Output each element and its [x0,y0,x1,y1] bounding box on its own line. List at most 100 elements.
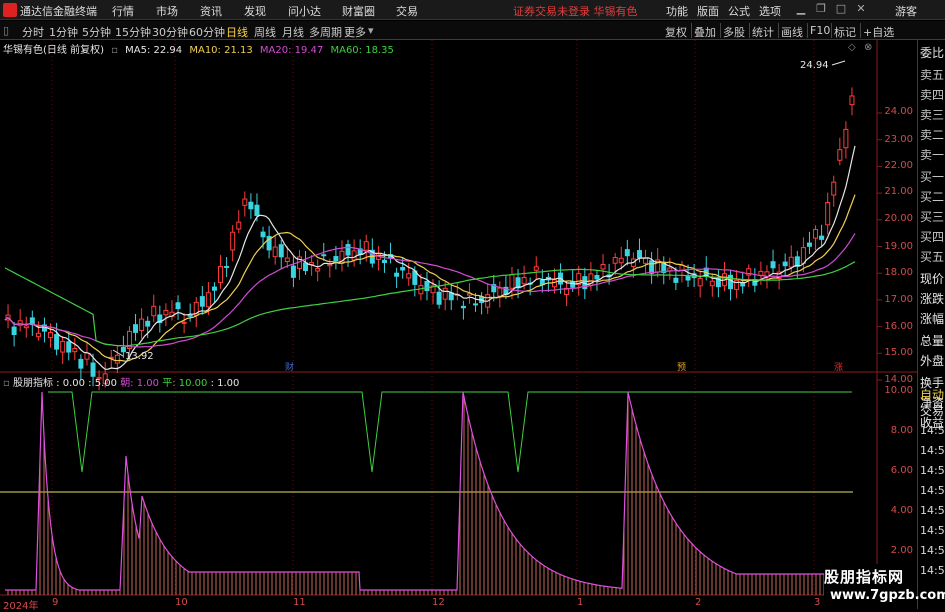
y-tick: 22.00 [884,160,913,171]
period-15min[interactable]: 15分钟 [115,24,151,40]
indicator-square-icon[interactable]: ▫ [3,378,10,389]
candle-body [351,250,357,261]
candle-body [187,314,193,317]
event-marker-forecast[interactable]: 预 [676,360,687,373]
candle-body [11,326,17,336]
menu-item-quotes[interactable]: 行情 [112,3,134,19]
main-chart-info: 华锡有色(日线 前复权) ▫ MA5: 22.94 MA10: 21.13 MA… [0,41,398,56]
event-marker-rise[interactable]: 涨 [833,360,844,373]
x-tick: 10 [175,597,188,608]
candle-body [600,263,606,270]
x-tick: 9 [52,597,59,608]
maximize-icon[interactable]: □ [834,2,848,17]
trade-label[interactable]: 交易 [920,402,944,419]
btn-draw[interactable]: 画线 [781,24,803,40]
period-weekly[interactable]: 周线 [254,24,276,40]
indicator-name[interactable]: 股朋指标 [13,378,53,389]
candle-body [290,265,296,278]
panel-label: 买一 [920,170,945,184]
watermark-url: www.7gpzb.com [830,588,945,603]
candle-body [400,267,406,271]
panel-label: 卖三 [920,108,945,122]
candle-body [321,254,327,257]
auto-button[interactable]: 自动 [920,386,944,403]
period-intraday[interactable]: 分时 [22,24,44,40]
tick-time: 14:56 [920,424,945,437]
y-tick: 16.00 [884,321,913,332]
user-label[interactable]: 游客 [895,3,917,19]
tick-time: 14:56 [920,544,945,557]
menu-item-trade[interactable]: 交易 [396,3,418,19]
menu-item-market[interactable]: 市场 [156,3,178,19]
candle-body [114,354,120,364]
candle-body [315,267,321,272]
menu-formula[interactable]: 公式 [728,3,750,19]
event-marker-finance[interactable]: 财 [284,360,295,373]
candle-body [284,257,290,262]
btn-mark[interactable]: 标记 [834,24,856,40]
candle-body [145,320,151,327]
btn-f10[interactable]: F10 [810,24,830,37]
menu-item-news[interactable]: 资讯 [200,3,222,19]
candle-body [406,273,412,279]
candle-body [673,277,679,283]
candle-body [23,325,29,329]
minimize-icon[interactable]: ▁ [794,2,808,17]
indicator-param: : 1.00 [210,378,240,389]
candle-body [819,235,825,240]
candle-body [163,309,169,316]
menu-options[interactable]: 选项 [759,3,781,19]
candle-body [685,275,691,281]
candle-body [224,265,230,268]
period-toolbar: ▯ 分时 1分钟 5分钟 15分钟 30分钟 60分钟 日线 周线 月线 多周期… [0,21,945,40]
x-tick: 1 [577,597,584,608]
ma5-line [4,145,856,370]
diamond-icon[interactable]: ◇ [848,42,856,53]
candle-body [709,280,715,287]
ma20-line [4,233,856,348]
close-icon[interactable]: ✕ [854,2,868,17]
period-more[interactable]: 更多 [344,24,366,40]
panel-label: 卖二 [920,128,945,142]
divider [860,23,861,38]
menu-item-discover[interactable]: 发现 [244,3,266,19]
ind-y-tick: 4.00 [890,505,913,516]
login-notice[interactable]: 证券交易未登录 华锡有色 [513,3,638,19]
indicator-param: 平: 10.00 [162,378,208,389]
menu-layout[interactable]: 版面 [697,3,719,19]
y-tick: 21.00 [884,186,913,197]
menu-item-wealth[interactable]: 财富圈 [342,3,375,19]
btn-stats[interactable]: 统计 [752,24,774,40]
ind-y-tick: 10.00 [884,385,913,396]
kline-chart[interactable] [0,40,917,609]
chart-close-icon[interactable]: ⊗ [864,42,872,53]
period-daily[interactable]: 日线 [226,24,248,40]
divider [749,23,750,38]
menu-item-ask[interactable]: 问小达 [288,3,321,19]
btn-multi-stock[interactable]: 多股 [723,24,745,40]
candle-body [84,352,90,360]
collapse-icon[interactable]: ▯ [3,24,9,37]
period-multi[interactable]: 多周期 [309,24,342,40]
quote-side-panel: 委比 卖五 卖四 卖三 卖二 卖一 买一 买二 买三 买四 买五 现价 涨跌 涨… [917,40,945,609]
period-monthly[interactable]: 月线 [282,24,304,40]
candle-body [813,229,819,239]
menu-function[interactable]: 功能 [666,3,688,19]
candle-body [770,261,776,269]
restore-icon[interactable]: ❐ [814,2,828,17]
ma10-label: MA10: 21.13 [189,45,253,56]
period-30min[interactable]: 30分钟 [152,24,188,40]
candle-body [278,244,284,258]
more-chevron-icon[interactable]: ▾ [368,24,374,37]
btn-add-favorite[interactable]: +自选 [863,24,894,40]
y-tick: 15.00 [884,347,913,358]
period-1min[interactable]: 1分钟 [49,24,78,40]
indicator-green-line [48,391,852,473]
candle-body [303,262,309,272]
btn-overlay[interactable]: 叠加 [694,24,716,40]
btn-adjust[interactable]: 复权 [665,24,687,40]
high-pointer [831,60,846,66]
period-60min[interactable]: 60分钟 [189,24,225,40]
period-5min[interactable]: 5分钟 [82,24,111,40]
panel-label: 涨幅 [920,312,945,326]
